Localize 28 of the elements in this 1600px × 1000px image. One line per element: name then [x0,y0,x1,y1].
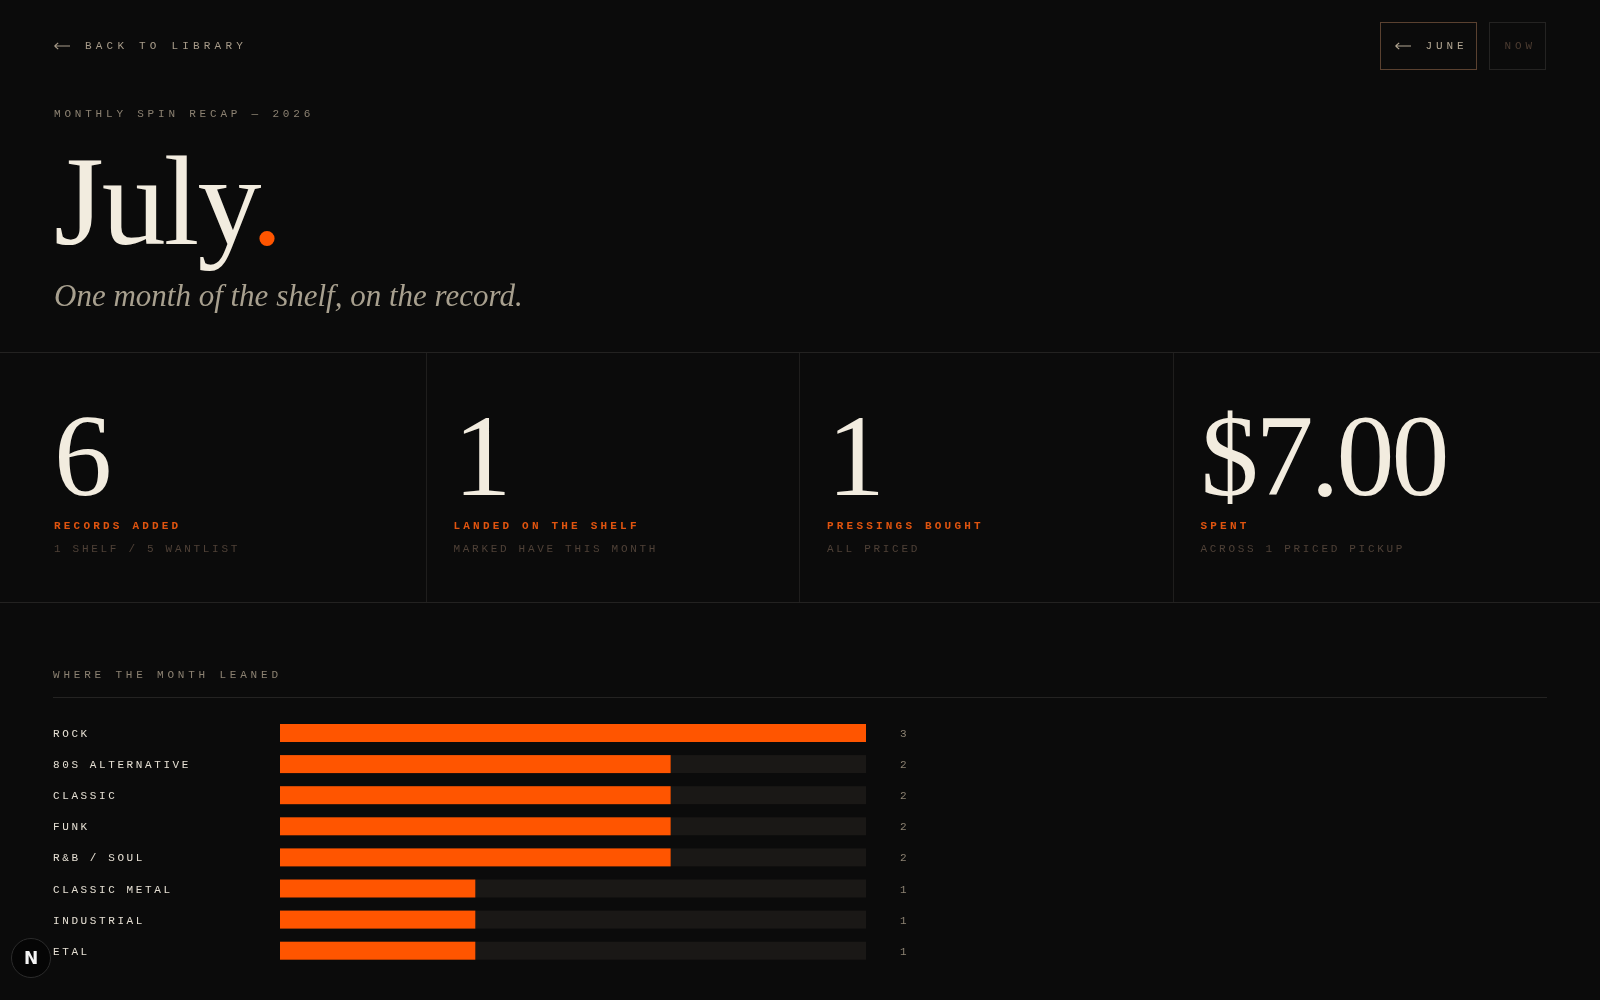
stat-value: 6 [54,398,109,514]
bar-value: 3 [900,728,908,740]
dev-tools-badge[interactable]: N [11,938,51,978]
bar-value: 2 [900,821,908,834]
month-title: July. [54,129,283,274]
month-subtitle: One month of the shelf, on the record. [54,278,523,314]
stat-label: SPENT [1200,519,1250,533]
back-link[interactable]: BACK TO LIBRARY [54,40,248,52]
bar-value: 1 [900,883,908,896]
stat-label: LANDED ON THE SHELF [453,519,640,533]
recap-kicker: MONTHLY SPIN RECAP — 2026 [54,107,315,121]
stat-note: 1 SHELF / 5 WANTLIST [54,542,241,556]
bar-value: 1 [900,914,908,927]
stat-value: 1 [827,398,882,514]
stat-note: MARKED HAVE THIS MONTH [453,542,659,556]
bar-value: 2 [900,759,908,772]
stat-label: RECORDS ADDED [54,519,182,533]
stat-note: ALL PRICED [827,542,920,556]
stat-label: PRESSINGS BOUGHT [827,519,984,533]
bar-value: 2 [900,790,908,803]
left-arrow-icon [54,42,70,50]
bar-value: 2 [900,852,908,865]
previous-month-button[interactable]: JUNE [1380,22,1478,70]
stat-value: $7.00 [1200,398,1447,514]
stat-note: ACROSS 1 PRICED PICKUP [1200,542,1406,556]
stat-value: 1 [453,398,509,514]
bar-value: 1 [900,945,908,958]
left-arrow-icon [1395,42,1412,50]
